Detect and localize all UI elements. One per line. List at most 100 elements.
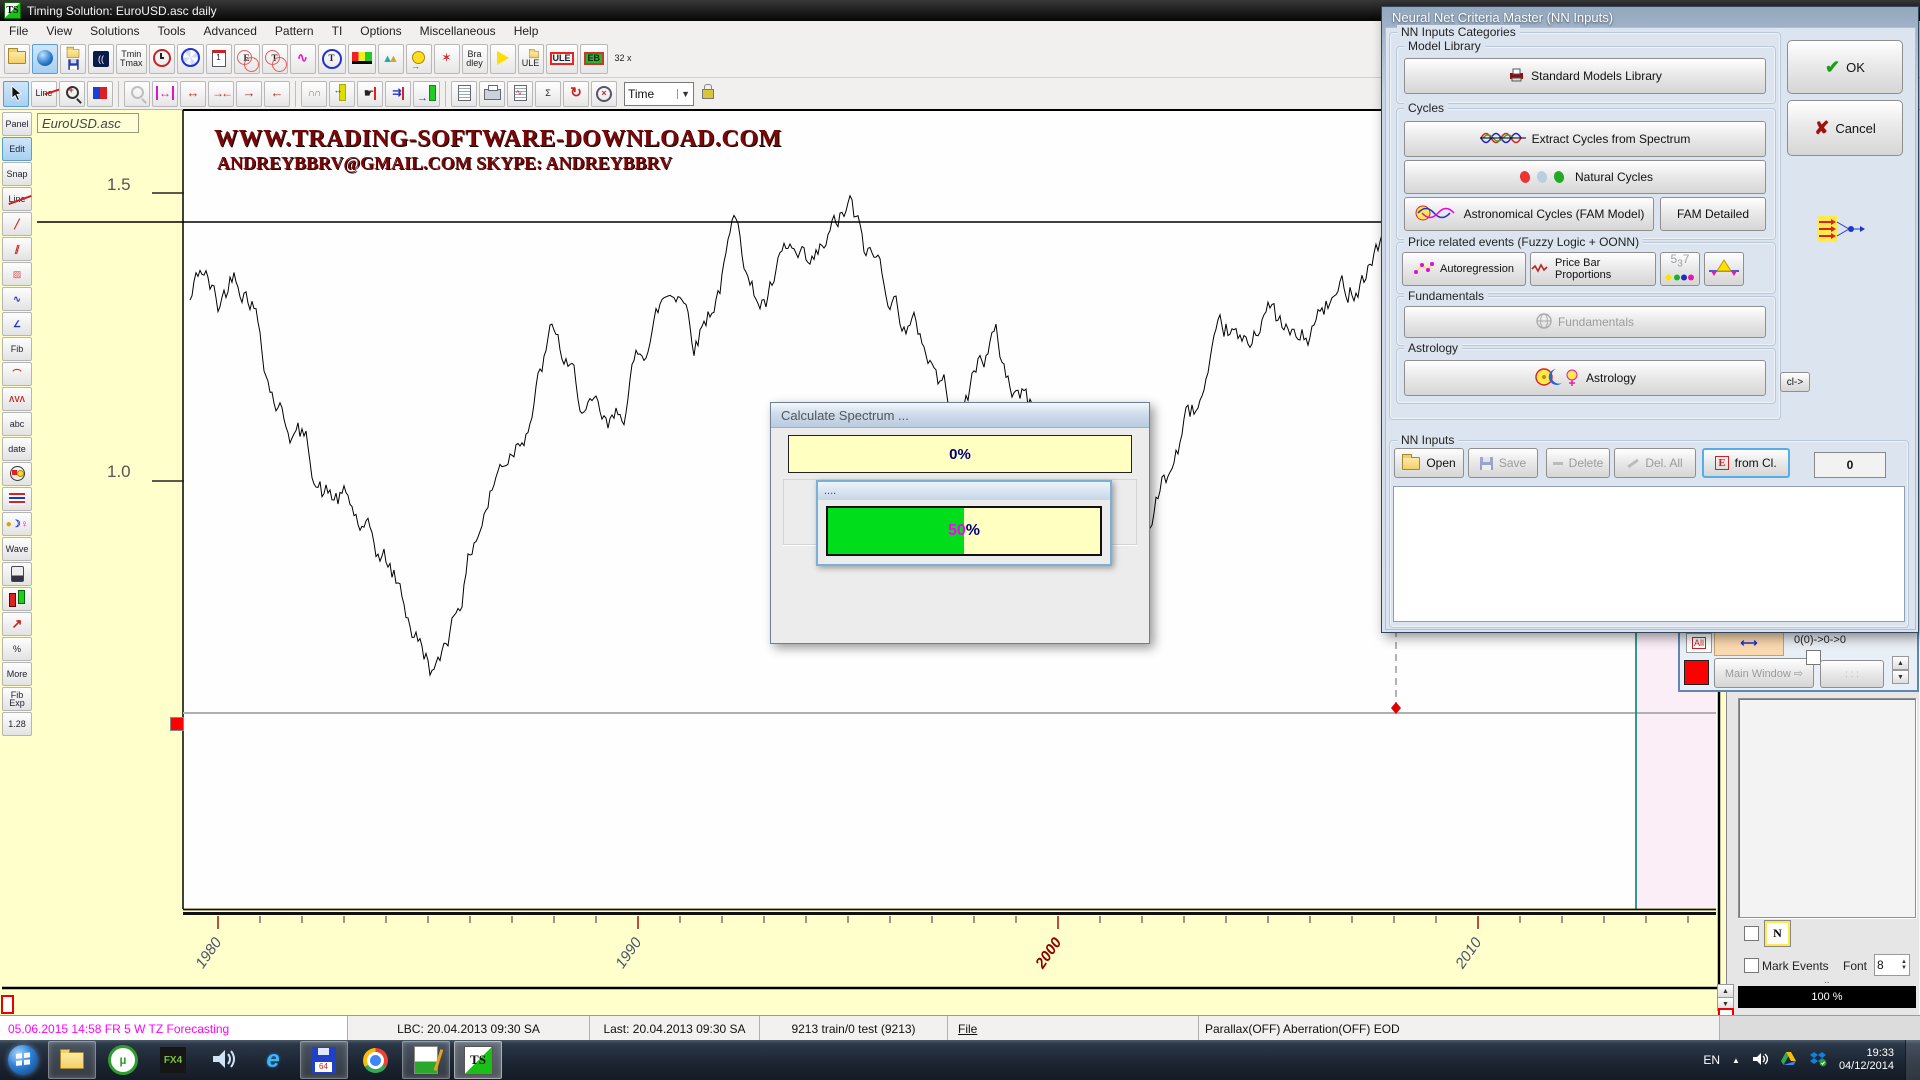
span-range-box[interactable]: ⟷ (1714, 630, 1784, 656)
price-bar-proportions-button[interactable]: Price Bar Proportions (1530, 252, 1656, 286)
taskbar-timing-solution[interactable]: TS (454, 1041, 502, 1079)
standard-models-library-button[interactable]: Standard Models Library (1404, 58, 1766, 94)
natural-cycles-button[interactable]: Natural Cycles (1404, 160, 1766, 194)
candles-button[interactable] (2, 587, 32, 611)
pitchfork-button[interactable]: ΛVΛ (2, 387, 32, 411)
trend-arrow-button[interactable]: ↗ (2, 612, 32, 636)
check-icon: ✔ (1825, 57, 1840, 78)
taskbar-internet-explorer[interactable]: e (250, 1042, 296, 1078)
fib-expansion-button[interactable]: Fib Exp (2, 687, 32, 711)
astrology-button[interactable]: Astrology (1404, 360, 1766, 396)
globe-gray-icon (1536, 313, 1552, 332)
h-lines-button[interactable] (2, 487, 32, 511)
more-tools-button[interactable]: More (2, 662, 32, 686)
save-inputs-button[interactable]: Save (1468, 448, 1538, 478)
panel-checkbox[interactable] (1744, 926, 1759, 941)
wave-tool-button[interactable]: Wave (2, 537, 32, 561)
floppy64-icon: 64 (312, 1047, 336, 1073)
planet-circle-button[interactable] (2, 462, 32, 486)
chart-scroll-up-button[interactable]: ▲ (1717, 984, 1734, 998)
astro-symbols-button[interactable]: ●☽♀ (2, 512, 32, 536)
delete-all-button[interactable]: Del. All (1614, 448, 1696, 478)
zigzag-lines-button[interactable]: ∿ (2, 287, 32, 311)
mark-events-checkbox[interactable] (1744, 958, 1759, 973)
all-events-button[interactable]: All (1686, 633, 1712, 653)
ok-button[interactable]: ✔ OK (1787, 40, 1903, 94)
date-label-button[interactable]: date (2, 437, 32, 461)
tray-language[interactable]: EN (1703, 1053, 1720, 1067)
cancel-button[interactable]: ✘ Cancel (1787, 100, 1903, 156)
show-desktop-button[interactable] (1905, 1040, 1920, 1080)
spectrum-inner-progressbar: 50% (826, 506, 1102, 556)
from-clipboard-button[interactable]: E from Cl. (1702, 448, 1790, 478)
tray-expand-icon[interactable]: ▲ (1732, 1056, 1740, 1065)
fan-lines-button[interactable]: ∠ (2, 312, 32, 336)
main-window-button[interactable]: Main Window ⇨ (1714, 658, 1814, 688)
open-inputs-button[interactable]: Open (1394, 448, 1464, 478)
card-panel-button[interactable] (2, 562, 32, 586)
fibonacci-button[interactable]: Fib (2, 337, 32, 361)
chart-tab[interactable]: EuroUSD.asc (37, 113, 139, 133)
nn-inputs-list[interactable] (1393, 486, 1905, 622)
spectrum-dialog-title[interactable]: Calculate Spectrum ... (771, 403, 1149, 428)
price-bars-icon (1531, 261, 1549, 278)
level-handle-marker[interactable] (170, 717, 184, 731)
nn-module-icon[interactable]: N (1764, 920, 1791, 947)
ratio-128-button[interactable]: 1.28 (2, 712, 32, 736)
dots-button[interactable]: : : : (1820, 660, 1884, 688)
mark-events-label: Mark Events (1762, 959, 1829, 973)
fam-detailed-button[interactable]: FAM Detailed (1660, 197, 1766, 231)
nn-window-title[interactable]: Neural Net Criteria Master (NN Inputs) (1392, 10, 1613, 25)
inputs-count-value: 0 (1847, 458, 1854, 472)
taskbar-utorrent[interactable]: µ (100, 1042, 146, 1078)
delete-input-button[interactable]: Delete (1546, 448, 1610, 478)
system-tray: EN ▲ 19:3304/12/2014 (1703, 1040, 1894, 1080)
taskbar-volume-mixer[interactable] (200, 1042, 246, 1078)
edit-tool-button[interactable]: Edit (2, 137, 32, 161)
taskbar-downloader[interactable]: 64 (300, 1041, 348, 1079)
extract-cycles-button[interactable]: Extract Cycles from Spectrum (1404, 121, 1766, 157)
events-spin-down[interactable]: ▼ (1892, 670, 1909, 684)
panel-tool-button[interactable]: Panel (2, 112, 32, 136)
trend-arrow-icon: ↗ (12, 620, 23, 629)
tray-gdrive-icon[interactable] (1780, 1051, 1797, 1069)
cross-hatch-button[interactable]: ▨ (2, 262, 32, 286)
trend-line-button[interactable]: ╱ (2, 212, 32, 236)
font-spin-arrows[interactable]: ▲▼ (1901, 959, 1907, 971)
fib-arcs-button[interactable]: ⌒ (2, 362, 32, 386)
render-progress-label: 100 % (1811, 991, 1842, 1003)
y-axis-label: 1.5 (107, 175, 131, 195)
printer-icon (1508, 68, 1525, 85)
autoregression-button[interactable]: Autoregression (1402, 252, 1526, 286)
wave-events-button[interactable] (1704, 252, 1744, 286)
snap-tool-button[interactable]: Snap (2, 162, 32, 186)
text-label-button[interactable]: abc (2, 412, 32, 436)
events-list-panel[interactable] (1738, 698, 1916, 918)
cycles-waves-icon (1480, 129, 1526, 150)
taskbar-text-editor[interactable] (402, 1041, 450, 1079)
events-spin-up[interactable]: ▲ (1892, 656, 1909, 670)
tray-dropbox-icon[interactable] (1809, 1051, 1827, 1070)
parallel-lines-button[interactable]: ∥ (2, 237, 32, 261)
taskbar-chrome[interactable] (352, 1042, 398, 1078)
tray-volume-icon[interactable] (1752, 1052, 1768, 1069)
cl-transfer-button[interactable]: cl-> (1780, 372, 1810, 392)
e-icon: E (1715, 456, 1728, 470)
fundamentals-button[interactable]: Fundamentals (1404, 306, 1766, 338)
line-draw-button[interactable]: Line (2, 187, 32, 211)
main-window-checkbox[interactable] (1806, 650, 1821, 665)
taskbar-fx[interactable]: FX4 (150, 1042, 196, 1078)
taskbar-explorer[interactable] (48, 1041, 96, 1079)
status-file-menu[interactable]: File (948, 1016, 1199, 1041)
start-button[interactable] (8, 1045, 38, 1075)
tray-clock[interactable]: 19:3304/12/2014 (1839, 1047, 1894, 1073)
x-icon: ✘ (1814, 118, 1829, 139)
number-proportions-button[interactable]: 537 (1660, 252, 1700, 286)
astrology-symbols-icon (1534, 367, 1580, 390)
astronomical-cycles-button[interactable]: Astronomical Cycles (FAM Model) (1404, 197, 1654, 231)
percent-tool-button[interactable]: % (2, 637, 32, 661)
event-color-swatch[interactable] (1684, 660, 1709, 685)
font-size-spinner[interactable]: 8 ▲▼ (1874, 954, 1910, 976)
status-last: Last: 20.04.2013 09:30 SA (590, 1016, 760, 1041)
astrology-label: Astrology (1404, 341, 1462, 355)
